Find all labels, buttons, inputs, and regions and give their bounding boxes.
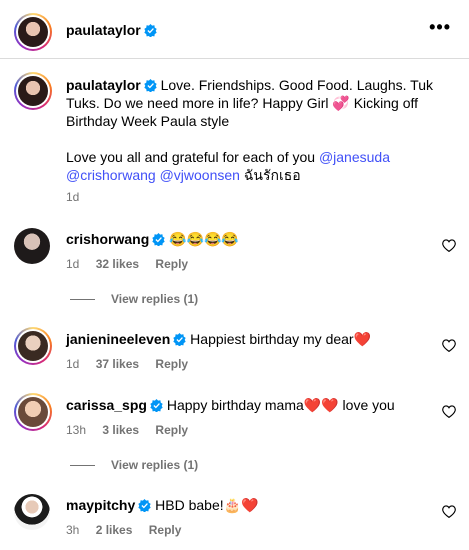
comment-text: Happiest birthday my dear❤️	[190, 331, 372, 347]
caption-text-4: ฉันรักเธอ	[243, 167, 301, 183]
header-username[interactable]: paulataylor	[66, 22, 141, 38]
verified-badge-icon	[152, 233, 165, 246]
comment-time[interactable]: 3h	[66, 523, 79, 537]
replies-divider	[70, 465, 95, 467]
mention-janesuda[interactable]: @janesuda	[319, 149, 390, 165]
comment: janienineeleven Happiest birthday my dea…	[66, 330, 436, 373]
caption-username[interactable]: paulataylor	[66, 77, 141, 93]
mention-vjwoonsen[interactable]: @vjwoonsen	[160, 167, 240, 183]
comment-likes[interactable]: 37 likes	[96, 357, 139, 371]
like-heart-icon[interactable]	[442, 505, 456, 518]
view-replies-button[interactable]: View replies (1)	[70, 292, 198, 306]
caption-time[interactable]: 1d	[66, 190, 79, 204]
view-replies-button[interactable]: View replies (1)	[70, 458, 198, 472]
comment-username[interactable]: crishorwang	[66, 231, 149, 247]
comment-text: Happy birthday mama❤️❤️ love you	[166, 397, 395, 413]
post-header: paulataylor •••	[0, 0, 469, 59]
comment-avatar[interactable]	[14, 393, 52, 431]
like-heart-icon[interactable]	[442, 239, 456, 252]
like-heart-icon[interactable]	[442, 405, 456, 418]
verified-badge-icon	[138, 499, 151, 512]
replies-divider	[70, 299, 95, 301]
header-avatar[interactable]	[14, 13, 52, 51]
sparkling-hearts-emoji: 💞	[332, 95, 350, 111]
comment-time[interactable]: 1d	[66, 357, 79, 371]
comment-username[interactable]: carissa_spg	[66, 397, 147, 413]
comment-likes[interactable]: 3 likes	[102, 423, 139, 437]
comment-username[interactable]: janienineeleven	[66, 331, 170, 347]
comment: carissa_spg Happy birthday mama❤️❤️ love…	[66, 396, 436, 439]
verified-badge-icon	[150, 399, 163, 412]
verified-badge-icon	[173, 333, 186, 346]
reply-button[interactable]: Reply	[155, 423, 188, 437]
like-heart-icon[interactable]	[442, 339, 456, 352]
mention-crishorwang[interactable]: @crishorwang	[66, 167, 156, 183]
reply-button[interactable]: Reply	[155, 357, 188, 371]
comment-avatar[interactable]	[14, 494, 50, 530]
caption-text-3: Love you all and grateful for each of yo…	[66, 149, 316, 165]
comment-avatar[interactable]	[14, 228, 50, 264]
comment-text: HBD babe!🎂❤️	[155, 497, 259, 513]
comment-time[interactable]: 1d	[66, 257, 79, 271]
more-options-icon[interactable]: •••	[429, 18, 451, 36]
comment-username[interactable]: maypitchy	[66, 497, 135, 513]
comment-likes[interactable]: 32 likes	[96, 257, 139, 271]
verified-badge-icon	[144, 79, 157, 92]
verified-badge-icon	[144, 24, 157, 37]
reply-button[interactable]: Reply	[155, 257, 188, 271]
comment-time[interactable]: 13h	[66, 423, 86, 437]
comment-avatar[interactable]	[14, 327, 52, 365]
caption-avatar[interactable]	[14, 72, 52, 110]
comment-text: 😂😂😂😂	[169, 231, 239, 247]
comment-likes[interactable]: 2 likes	[96, 523, 133, 537]
comment: maypitchy HBD babe!🎂❤️ 3h 2 likes Reply	[66, 496, 436, 539]
post-caption: paulataylor Love. Friendships. Good Food…	[66, 76, 456, 206]
reply-button[interactable]: Reply	[149, 523, 182, 537]
comment: crishorwang 😂😂😂😂 1d 32 likes Reply	[66, 230, 436, 273]
